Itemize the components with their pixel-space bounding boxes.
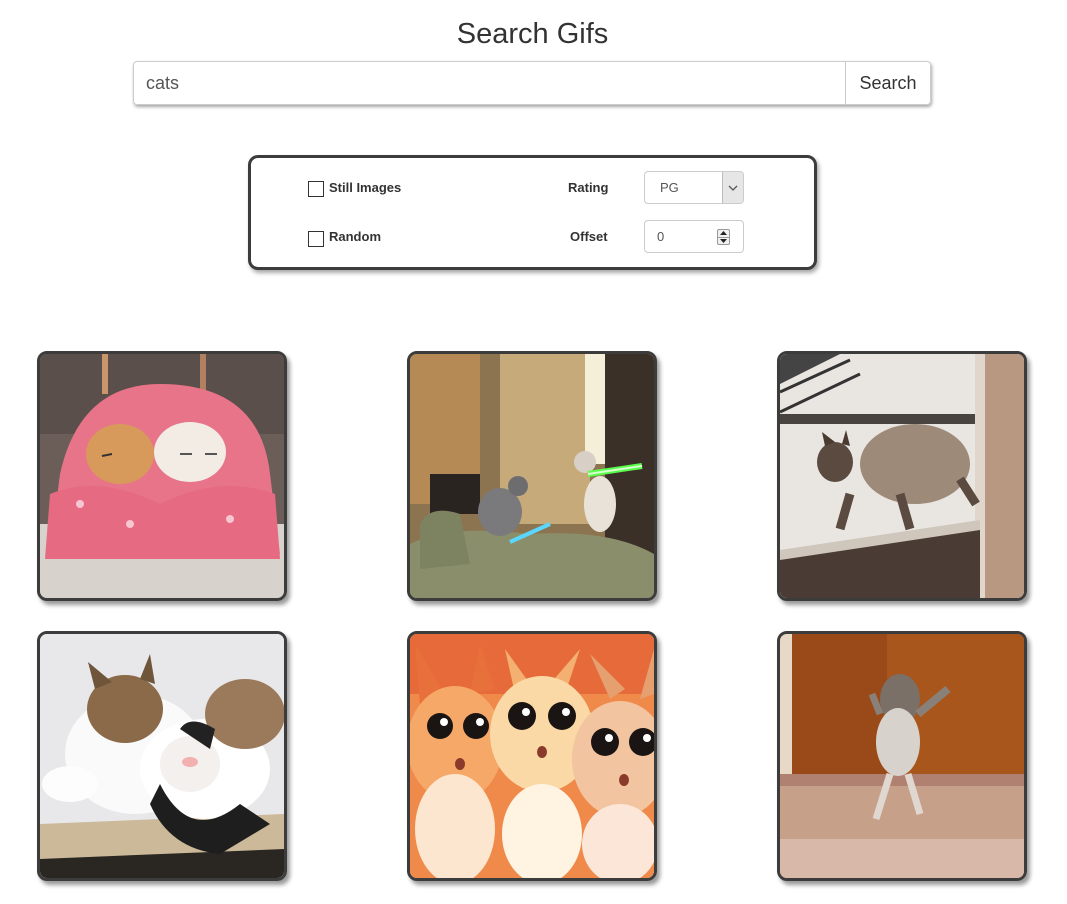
search-bar: Search xyxy=(133,61,931,105)
offset-stepper[interactable] xyxy=(717,229,730,245)
gif-image xyxy=(40,634,284,878)
search-button[interactable]: Search xyxy=(845,61,931,105)
gif-image xyxy=(410,354,654,598)
chevron-down-icon[interactable] xyxy=(722,172,743,203)
rating-select[interactable]: PG xyxy=(644,171,744,204)
offset-number-input[interactable]: 0 xyxy=(644,220,744,253)
rating-selected-value: PG xyxy=(660,180,679,195)
gif-result[interactable] xyxy=(777,351,1027,601)
decrement-arrow-icon[interactable] xyxy=(718,236,729,245)
offset-value: 0 xyxy=(657,229,665,244)
rating-label: Rating xyxy=(568,180,609,195)
still-images-checkbox[interactable] xyxy=(308,181,324,197)
still-images-label: Still Images xyxy=(329,180,402,195)
page-title: Search Gifs xyxy=(456,18,609,50)
search-input[interactable] xyxy=(133,61,845,105)
random-label: Random xyxy=(329,229,381,244)
gif-image xyxy=(780,354,1024,598)
gif-result[interactable] xyxy=(37,351,287,601)
offset-label: Offset xyxy=(570,229,608,244)
gif-result[interactable] xyxy=(407,631,657,881)
gif-image xyxy=(410,634,654,878)
gif-result[interactable] xyxy=(37,631,287,881)
random-checkbox[interactable] xyxy=(308,231,324,247)
gif-image xyxy=(780,634,1024,878)
gif-image xyxy=(40,354,284,598)
search-options-panel: Still Images Random Rating PG Offset 0 xyxy=(248,155,817,270)
gif-result[interactable] xyxy=(407,351,657,601)
gif-result[interactable] xyxy=(777,631,1027,881)
